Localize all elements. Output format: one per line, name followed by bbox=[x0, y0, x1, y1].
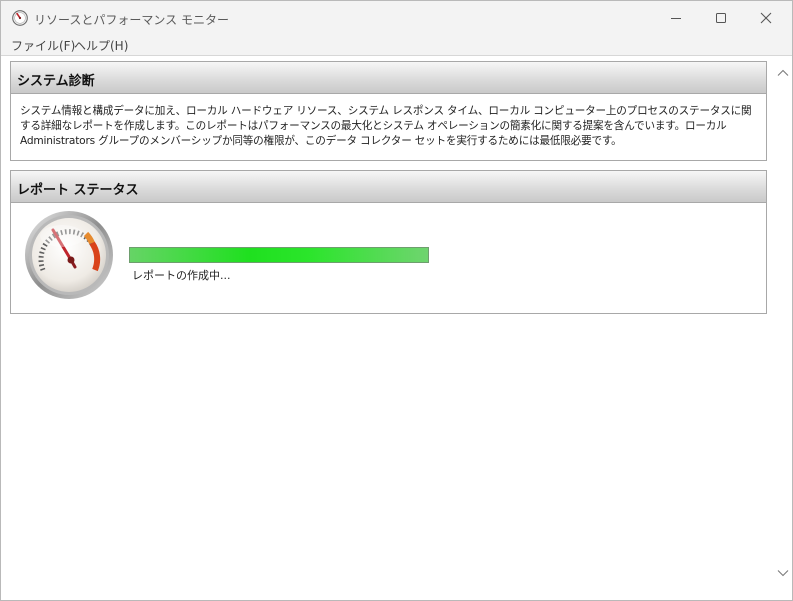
report-status-panel: レポート ステータス レポートの作成中... bbox=[10, 170, 767, 314]
close-button[interactable] bbox=[743, 1, 789, 35]
maximize-button[interactable] bbox=[698, 1, 744, 35]
report-status-text: レポートの作成中... bbox=[132, 269, 231, 282]
vertical-scrollbar[interactable] bbox=[774, 56, 792, 600]
report-status-title: レポート ステータス bbox=[17, 183, 139, 198]
scroll-down-arrow-icon[interactable] bbox=[776, 566, 790, 580]
system-diagnostics-description: システム情報と構成データに加え、ローカル ハードウェア リソース、システム レス… bbox=[20, 105, 752, 147]
window-title: リソースとパフォーマンス モニター bbox=[34, 13, 229, 27]
resource-monitor-icon bbox=[12, 10, 28, 26]
report-status-header[interactable]: レポート ステータス bbox=[11, 171, 766, 203]
report-content: システム診断 システム情報と構成データに加え、ローカル ハードウェア リソース、… bbox=[1, 56, 774, 600]
menu-file[interactable]: ファイル(F) bbox=[11, 37, 75, 54]
maximize-icon bbox=[716, 13, 726, 23]
system-diagnostics-header[interactable]: システム診断 bbox=[11, 62, 766, 94]
report-progress-bar bbox=[129, 247, 429, 263]
resource-monitor-window: リソースとパフォーマンス モニター ファイル(F) ヘルプ(H) システム診断 bbox=[0, 0, 793, 601]
system-diagnostics-panel: システム診断 システム情報と構成データに加え、ローカル ハードウェア リソース、… bbox=[10, 61, 767, 161]
close-icon bbox=[760, 12, 772, 24]
minimize-button[interactable] bbox=[653, 1, 699, 35]
performance-gauge-icon bbox=[25, 211, 113, 299]
report-progress-fill bbox=[130, 248, 428, 262]
title-bar[interactable]: リソースとパフォーマンス モニター bbox=[1, 1, 792, 35]
minimize-icon bbox=[671, 18, 681, 19]
menu-help[interactable]: ヘルプ(H) bbox=[74, 37, 128, 54]
scroll-up-arrow-icon[interactable] bbox=[776, 66, 790, 80]
system-diagnostics-title: システム診断 bbox=[17, 74, 95, 89]
menu-bar: ファイル(F) ヘルプ(H) bbox=[1, 35, 792, 56]
